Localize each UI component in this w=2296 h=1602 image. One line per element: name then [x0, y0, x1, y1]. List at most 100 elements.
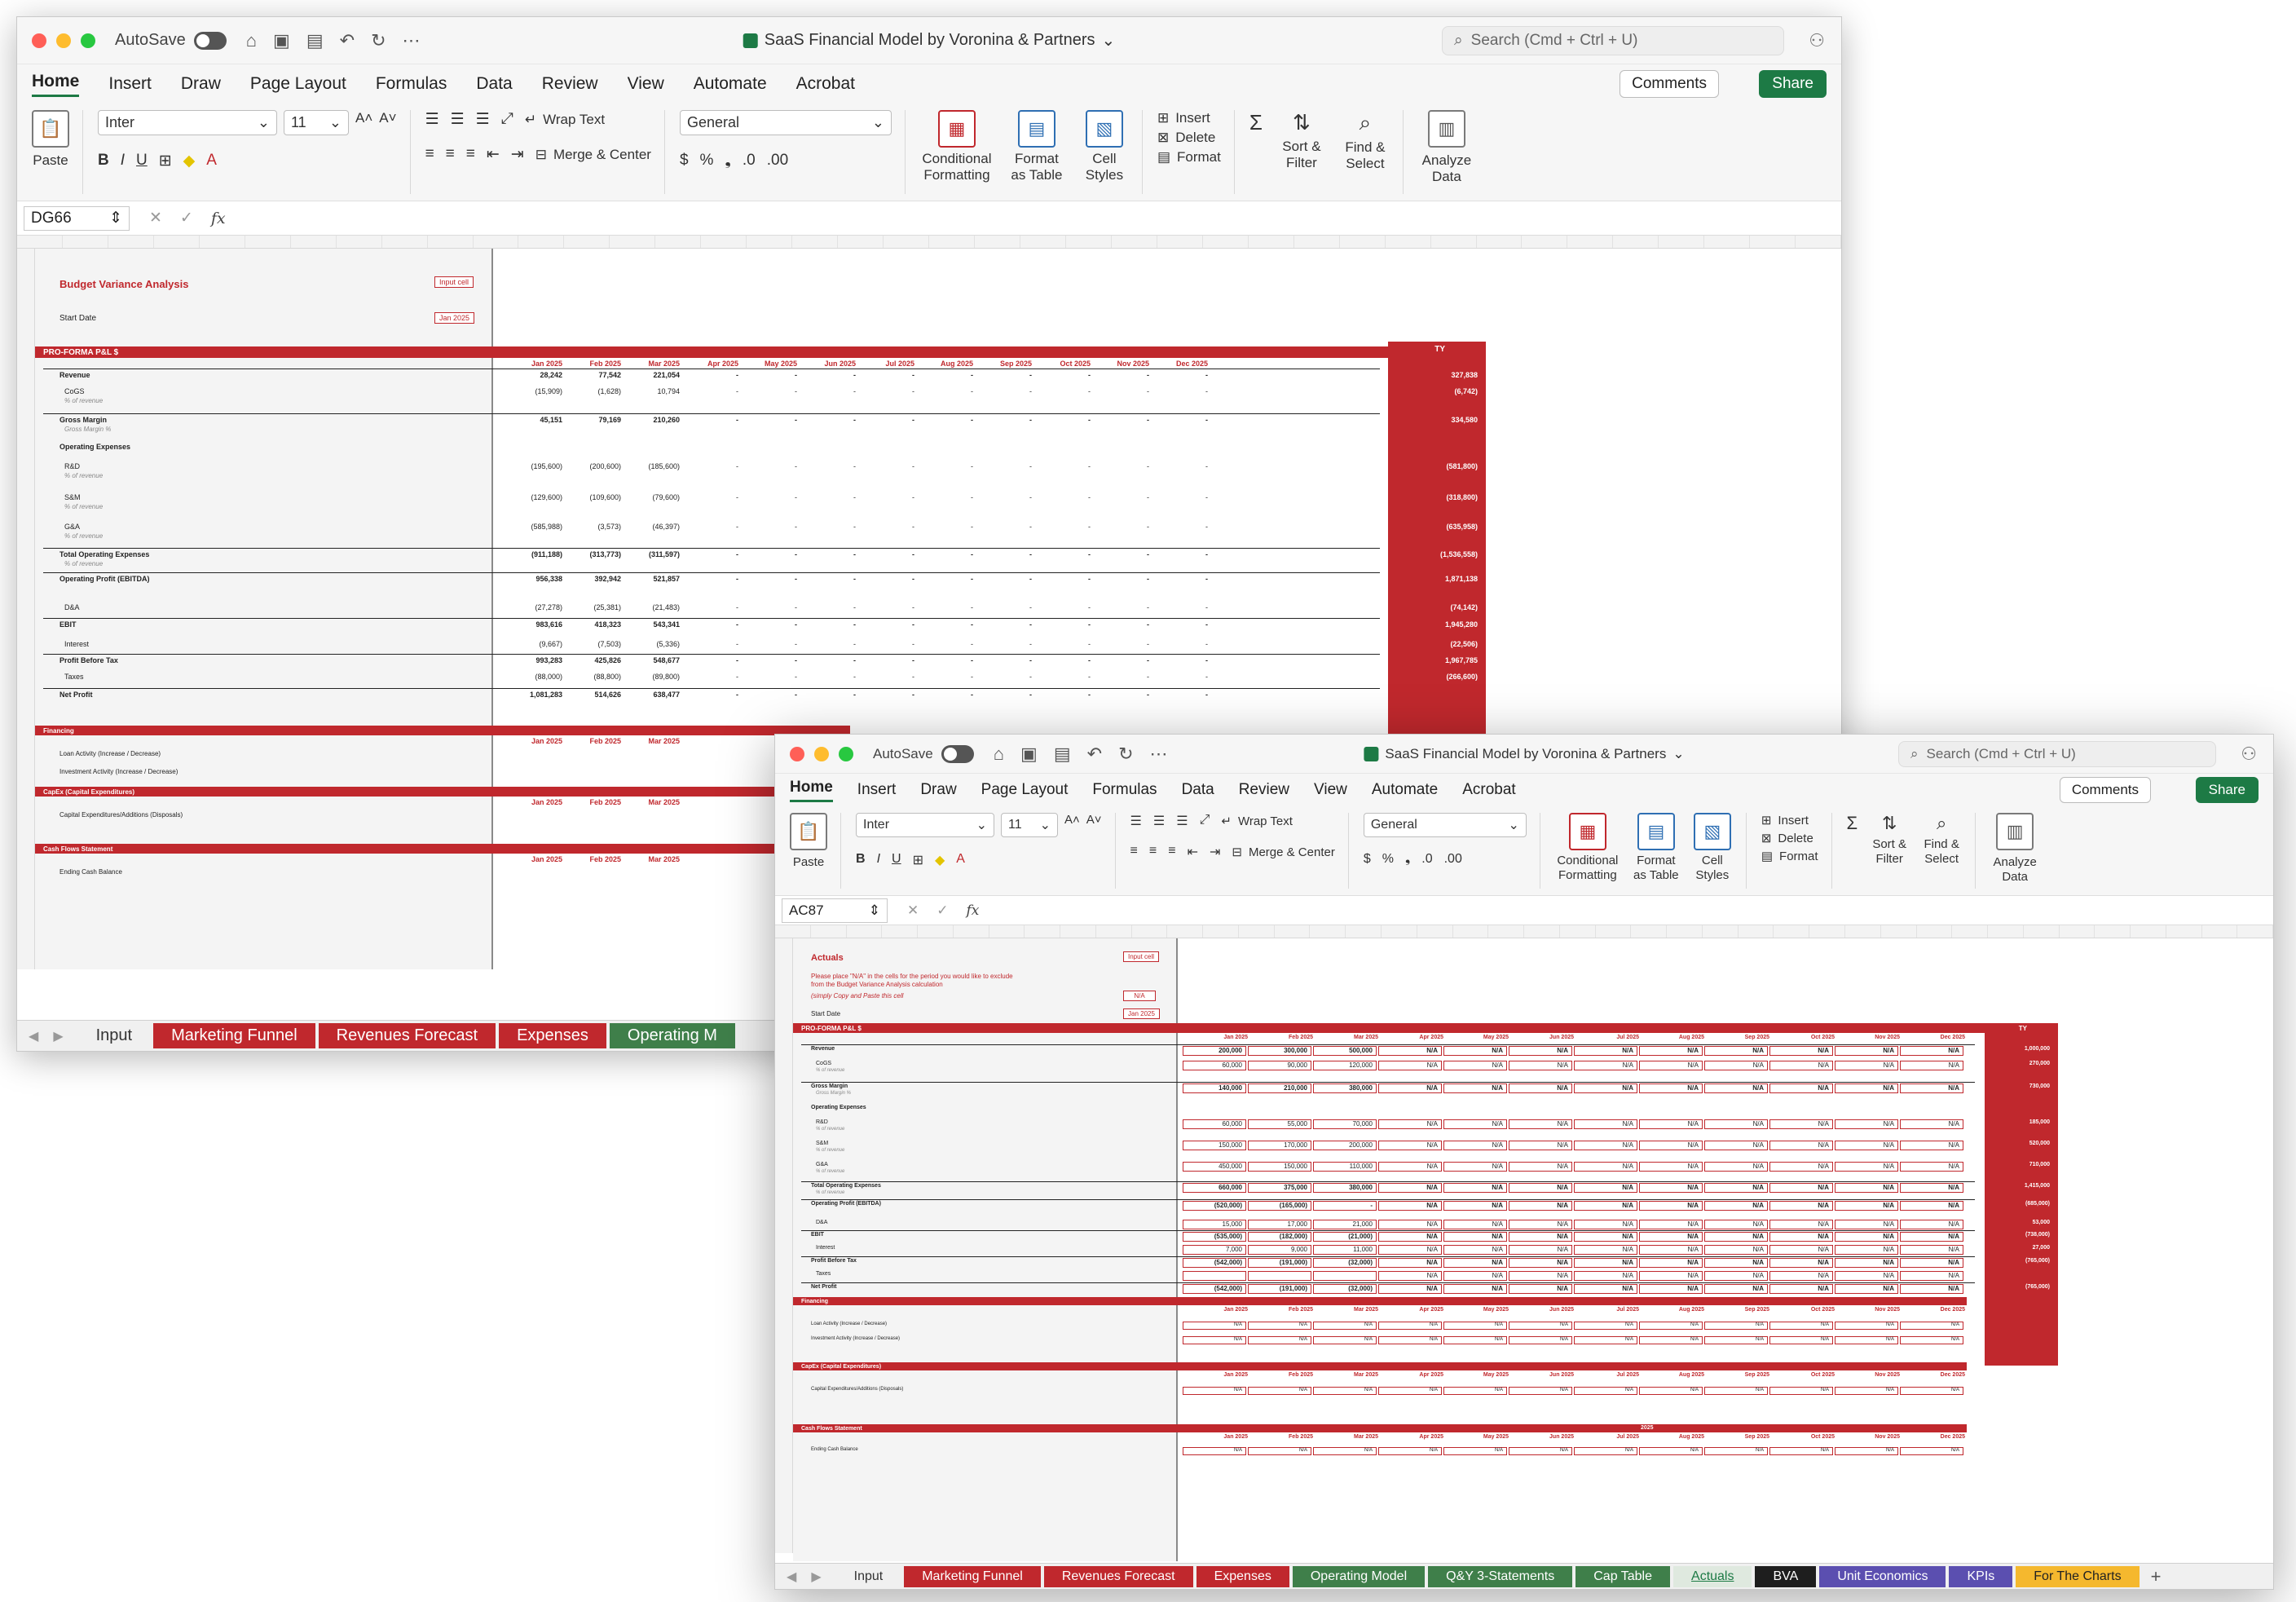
row-header[interactable] [17, 598, 34, 609]
tab-review[interactable]: Review [542, 74, 598, 94]
na-cell[interactable]: N/A [1639, 1271, 1703, 1281]
na-cell[interactable]: N/A [1900, 1232, 1963, 1242]
sheet-tab-input[interactable]: Input [77, 1023, 151, 1048]
dash-cell[interactable]: - [1091, 603, 1149, 611]
value-cell[interactable]: 90,000 [1248, 1061, 1311, 1070]
value-cell[interactable]: 150,000 [1248, 1162, 1311, 1172]
row-header[interactable] [17, 577, 34, 588]
column-header[interactable] [245, 236, 291, 248]
tab-review[interactable]: Review [1239, 781, 1289, 799]
row-header[interactable] [775, 1415, 792, 1426]
na-cell[interactable]: N/A [1769, 1336, 1833, 1344]
align-bottom-icon[interactable]: ☰ [1176, 813, 1188, 829]
value-cell[interactable]: (89,800) [621, 673, 680, 681]
row-header[interactable] [17, 376, 34, 386]
decrease-decimal-icon[interactable]: .00 [767, 152, 788, 170]
na-cell[interactable]: N/A [1835, 1271, 1898, 1281]
cell-styles-button[interactable]: ▧ Cell Styles [1080, 110, 1129, 184]
column-header[interactable] [1025, 925, 1061, 938]
row-header[interactable] [775, 1161, 792, 1172]
value-cell[interactable]: (1,628) [562, 387, 621, 395]
tab-page-layout[interactable]: Page Layout [981, 781, 1069, 799]
row-header[interactable] [17, 885, 34, 895]
na-cell[interactable]: N/A [1769, 1322, 1833, 1330]
na-cell[interactable]: N/A [1835, 1258, 1898, 1268]
na-cell[interactable]: N/A [1835, 1083, 1898, 1093]
value-cell[interactable]: 380,000 [1313, 1183, 1377, 1193]
row-header[interactable] [17, 333, 34, 344]
column-header[interactable] [838, 236, 884, 248]
value-cell[interactable]: 210,000 [1248, 1083, 1311, 1093]
dash-cell[interactable]: - [797, 575, 856, 583]
tab-home[interactable]: Home [32, 72, 80, 97]
na-cell[interactable]: N/A [1378, 1232, 1442, 1242]
row-header[interactable] [775, 1182, 792, 1193]
row-header[interactable] [17, 503, 34, 514]
na-cell[interactable]: N/A [1769, 1061, 1833, 1070]
na-cell[interactable]: N/A [1639, 1083, 1703, 1093]
na-cell[interactable]: N/A [1378, 1258, 1442, 1268]
value-cell[interactable]: 70,000 [1313, 1119, 1377, 1129]
column-header[interactable] [474, 236, 519, 248]
na-cell[interactable]: N/A [1509, 1141, 1572, 1150]
account-icon[interactable]: ⚇ [2241, 744, 2257, 765]
comma-icon[interactable]: ❟ [1405, 852, 1410, 867]
row-header[interactable] [775, 1405, 792, 1415]
row-header[interactable] [17, 757, 34, 768]
insert-function-icon[interactable]: fx [211, 210, 226, 227]
column-header[interactable] [747, 236, 793, 248]
dash-cell[interactable]: - [856, 691, 914, 699]
dash-cell[interactable]: - [973, 620, 1032, 629]
dash-cell[interactable]: - [738, 462, 797, 470]
dash-cell[interactable]: - [856, 673, 914, 681]
wrap-text-button[interactable]: ↵ Wrap Text [525, 110, 605, 129]
na-cell[interactable]: N/A [1639, 1387, 1703, 1395]
dash-cell[interactable]: - [738, 691, 797, 699]
na-cell[interactable]: N/A [1378, 1220, 1442, 1229]
row-header[interactable] [775, 1384, 792, 1394]
borders-icon[interactable]: ⊞ [159, 152, 172, 170]
value-cell[interactable]: (195,600) [504, 462, 562, 470]
row-header[interactable] [775, 1235, 792, 1246]
dash-cell[interactable]: - [1091, 416, 1149, 424]
column-header[interactable] [1667, 925, 1703, 938]
document-title[interactable]: SaaS Financial Model by Voronina & Partn… [1364, 746, 1685, 762]
column-header[interactable] [1066, 236, 1112, 248]
column-header[interactable] [811, 925, 847, 938]
next-sheet-icon[interactable]: ▶ [811, 1569, 821, 1585]
row-header[interactable] [775, 1256, 792, 1267]
na-cell[interactable]: N/A [1378, 1387, 1442, 1395]
sheet-tab-unit-economics[interactable]: Unit Economics [1819, 1565, 1946, 1587]
dash-cell[interactable]: - [1032, 691, 1091, 699]
row-header[interactable] [17, 556, 34, 567]
row-header[interactable] [17, 651, 34, 662]
column-header[interactable] [1346, 925, 1382, 938]
na-cell[interactable]: N/A [1378, 1322, 1442, 1330]
column-header[interactable] [989, 925, 1025, 938]
na-cell[interactable]: N/A [1769, 1387, 1833, 1395]
na-cell[interactable]: N/A [1509, 1220, 1572, 1229]
dash-cell[interactable]: - [1032, 493, 1091, 501]
value-cell[interactable]: 200,000 [1313, 1141, 1377, 1150]
cancel-icon[interactable]: ✕ [149, 209, 162, 227]
tab-home[interactable]: Home [790, 779, 833, 802]
row-header[interactable] [17, 280, 34, 291]
row-header[interactable] [775, 1119, 792, 1129]
row-header[interactable] [775, 1362, 792, 1373]
underline-button[interactable]: U [136, 152, 148, 170]
column-header[interactable] [17, 236, 63, 248]
column-header[interactable] [1881, 925, 1917, 938]
dash-cell[interactable]: - [738, 603, 797, 611]
row-header[interactable] [775, 981, 792, 991]
row-header[interactable] [775, 1055, 792, 1066]
dash-cell[interactable]: - [797, 603, 856, 611]
row-header[interactable] [17, 482, 34, 492]
row-header[interactable] [775, 960, 792, 970]
na-cell[interactable]: N/A [1443, 1083, 1507, 1093]
dash-cell[interactable]: - [856, 620, 914, 629]
row-header[interactable] [17, 895, 34, 906]
dash-cell[interactable]: - [914, 691, 973, 699]
dash-cell[interactable]: - [856, 523, 914, 531]
align-right-icon[interactable]: ≡ [466, 145, 475, 164]
row-header[interactable] [17, 471, 34, 482]
